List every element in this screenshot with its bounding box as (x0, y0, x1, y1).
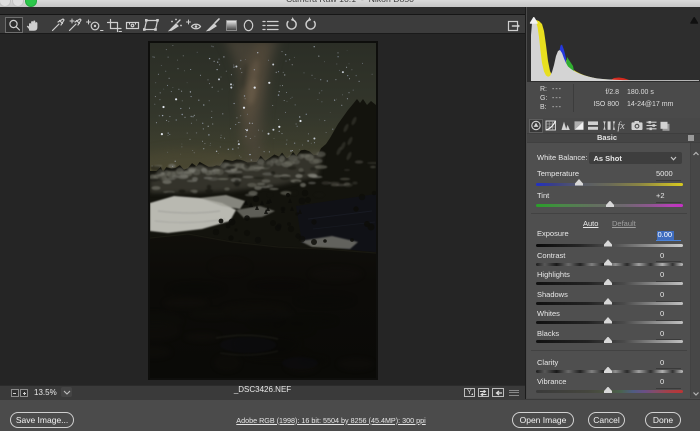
svg-text:fx: fx (618, 121, 626, 132)
